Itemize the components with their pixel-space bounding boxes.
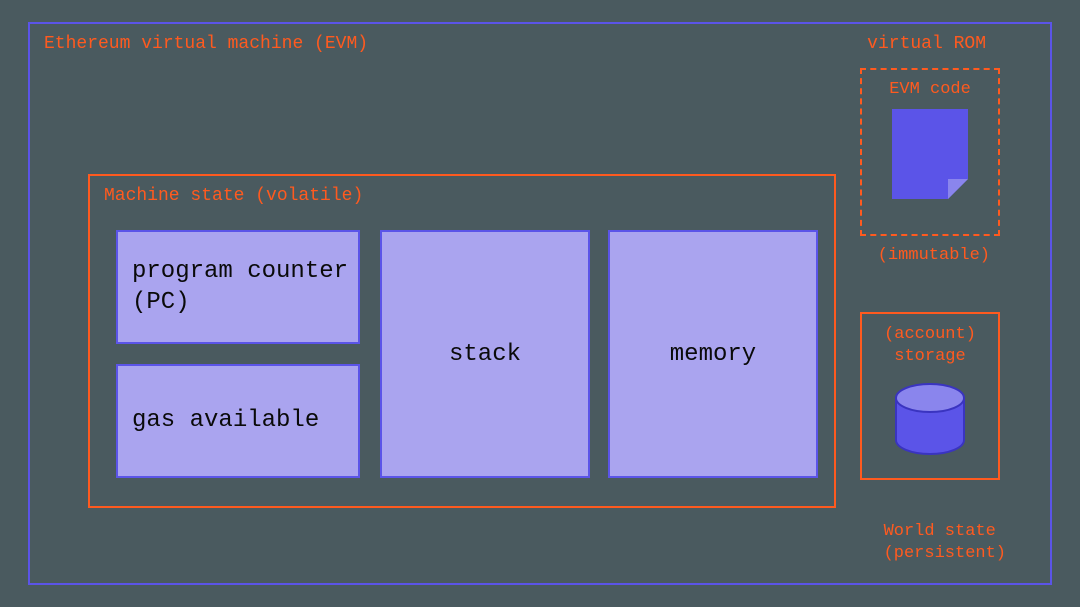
- memory-label: memory: [670, 341, 756, 368]
- machine-state-container: Machine state (volatile) program counter…: [88, 174, 836, 508]
- stack-box: stack: [380, 230, 590, 478]
- storage-box: (account) storage: [860, 312, 1000, 480]
- stack-label: stack: [449, 341, 521, 368]
- machine-state-title: Machine state (volatile): [104, 186, 363, 206]
- program-counter-box: program counter (PC): [116, 230, 360, 344]
- virtual-rom-label: virtual ROM: [867, 34, 986, 54]
- storage-label: (account) storage: [872, 324, 988, 368]
- gas-available-label: gas available: [132, 405, 319, 436]
- immutable-label: (immutable): [878, 246, 990, 265]
- world-state-label: World state (persistent): [884, 521, 1006, 565]
- program-counter-label: program counter (PC): [132, 256, 358, 318]
- evm-title: Ethereum virtual machine (EVM): [44, 34, 368, 54]
- evm-container: Ethereum virtual machine (EVM) virtual R…: [28, 22, 1052, 585]
- cylinder-icon: [894, 382, 966, 452]
- gas-available-box: gas available: [116, 364, 360, 478]
- memory-box: memory: [608, 230, 818, 478]
- rom-box: EVM code: [860, 68, 1000, 236]
- rom-box-label: EVM code: [872, 80, 988, 99]
- document-icon: [892, 109, 968, 199]
